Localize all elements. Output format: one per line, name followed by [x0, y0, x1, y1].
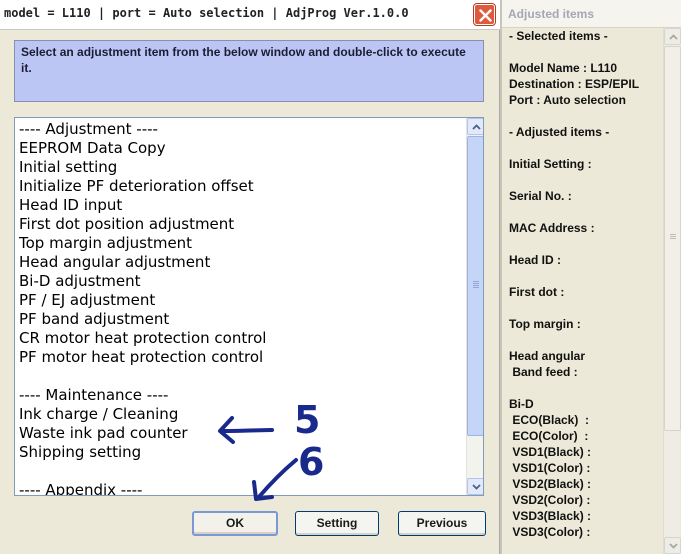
close-button[interactable]: [474, 4, 495, 25]
list-item[interactable]: First dot position adjustment: [19, 215, 467, 234]
arrow-up-icon: [472, 124, 481, 130]
list-item[interactable]: PF band adjustment: [19, 310, 467, 329]
instruction-text: Select an adjustment item from the below…: [14, 40, 484, 102]
side-panel-line: Serial No. :: [509, 189, 572, 203]
annotation-number-5: 5: [294, 398, 321, 442]
arrow-up-icon: [669, 34, 678, 40]
list-item[interactable]: Top margin adjustment: [19, 234, 467, 253]
side-panel-line: - Selected items -: [509, 29, 608, 43]
side-panel-line: Port : Auto selection: [509, 93, 626, 107]
arrow-down-icon: [472, 484, 481, 490]
side-panel-line: Band feed :: [509, 365, 578, 379]
list-item[interactable]: PF / EJ adjustment: [19, 291, 467, 310]
list-scroll-up-button[interactable]: [467, 118, 483, 135]
annotation-arrow-5: [218, 416, 274, 444]
side-panel-line: Head ID :: [509, 253, 562, 267]
side-panel-line: - Adjusted items -: [509, 125, 610, 139]
list-item[interactable]: Initial setting: [19, 158, 467, 177]
list-item[interactable]: EEPROM Data Copy: [19, 139, 467, 158]
side-scroll-up-button[interactable]: [664, 28, 681, 45]
side-panel-line: VSD2(Black) :: [509, 477, 592, 491]
title-bar[interactable]: model = L110 | port = Auto selection | A…: [0, 0, 500, 30]
list-scroll-thumb[interactable]: [467, 136, 483, 436]
side-spacer: [509, 332, 659, 348]
side-spacer: [509, 380, 659, 396]
side-panel-line: Initial Setting :: [509, 157, 592, 171]
side-panel-line: VSD2(Color) :: [509, 493, 591, 507]
side-panel-title-bar: Adjusted items: [502, 0, 681, 28]
list-item[interactable]: Initialize PF deterioration offset: [19, 177, 467, 196]
side-spacer: [509, 44, 659, 60]
side-panel-line: First dot :: [509, 285, 565, 299]
side-panel-line: Bi-D: [509, 397, 534, 411]
list-item[interactable]: PF motor heat protection control: [19, 348, 467, 367]
side-spacer: [509, 108, 659, 124]
list-item[interactable]: Bi-D adjustment: [19, 272, 467, 291]
side-spacer: [509, 236, 659, 252]
annotation-arrow-6: [252, 458, 298, 501]
adjusted-items-panel: Adjusted items - Selected items - Model N…: [500, 0, 681, 554]
adjusted-items-list: - Selected items - Model Name : L110 Desti…: [509, 28, 659, 540]
annotation-number-6: 6: [298, 440, 325, 484]
side-panel-line: VSD1(Color) :: [509, 461, 591, 475]
side-spacer: [509, 268, 659, 284]
side-scroll-thumb[interactable]: [664, 46, 681, 431]
arrow-down-icon: [669, 543, 678, 549]
previous-button[interactable]: Previous: [398, 511, 486, 536]
side-panel-line: ECO(Color) :: [509, 429, 589, 443]
side-panel-title: Adjusted items: [508, 7, 595, 21]
list-scroll-down-button[interactable]: [467, 478, 483, 495]
side-panel-line: ECO(Black) :: [509, 413, 590, 427]
list-scrollbar[interactable]: [466, 118, 483, 495]
side-panel-line: VSD3(Color) :: [509, 525, 591, 539]
side-spacer: [509, 300, 659, 316]
side-scroll-down-button[interactable]: [664, 537, 681, 554]
list-item[interactable]: CR motor heat protection control: [19, 329, 467, 348]
list-item[interactable]: Head angular adjustment: [19, 253, 467, 272]
side-panel-line: MAC Address :: [509, 221, 595, 235]
side-panel-line: Model Name : L110: [509, 61, 618, 75]
side-panel-line: Destination : ESP/EPIL: [509, 77, 640, 91]
side-spacer: [509, 204, 659, 220]
ok-button[interactable]: OK: [192, 511, 278, 536]
side-panel-line: Head angular: [509, 349, 586, 363]
side-scrollbar[interactable]: [663, 28, 681, 554]
setting-button[interactable]: Setting: [295, 511, 379, 536]
list-section-header: ---- Maintenance ----: [19, 386, 169, 404]
list-item[interactable]: Head ID input: [19, 196, 467, 215]
side-panel-line: Top margin :: [509, 317, 581, 331]
side-spacer: [509, 140, 659, 156]
side-panel-line: VSD3(Black) :: [509, 509, 592, 523]
side-spacer: [509, 172, 659, 188]
close-icon: [479, 9, 492, 22]
side-panel-line: VSD1(Black) :: [509, 445, 592, 459]
list-section-header: ---- Adjustment ----: [19, 120, 158, 138]
list-section-header: ---- Appendix ----: [19, 481, 143, 496]
window-title: model = L110 | port = Auto selection | A…: [4, 6, 409, 20]
